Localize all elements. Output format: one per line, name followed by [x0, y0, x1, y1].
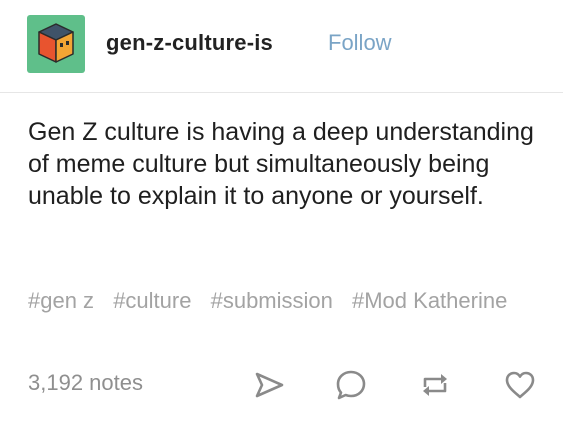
share-icon [255, 372, 284, 398]
follow-button[interactable]: Follow [328, 30, 392, 56]
post-footer: 3,192 notes [0, 362, 563, 406]
post-header: gen-z-culture-is Follow [0, 0, 563, 93]
reply-icon [336, 370, 366, 400]
cube-face-icon [38, 23, 74, 63]
reblog-icon [423, 374, 447, 396]
share-button[interactable] [252, 368, 286, 402]
tag-link[interactable]: #gen z [28, 288, 94, 313]
post-text: Gen Z culture is having a deep understan… [28, 118, 534, 210]
blog-avatar[interactable] [27, 15, 85, 73]
like-icon [505, 371, 535, 399]
reply-button[interactable] [334, 368, 368, 402]
reblog-button[interactable] [418, 368, 452, 402]
blog-name[interactable]: gen-z-culture-is [106, 30, 273, 56]
notes-count[interactable]: 3,192 notes [28, 370, 143, 396]
like-button[interactable] [503, 368, 537, 402]
tag-link[interactable]: #Mod Katherine [352, 288, 507, 313]
tag-link[interactable]: #culture [113, 288, 191, 313]
post-tags: #gen z #culture #submission #Mod Katheri… [28, 285, 538, 317]
tag-link[interactable]: #submission [211, 288, 333, 313]
